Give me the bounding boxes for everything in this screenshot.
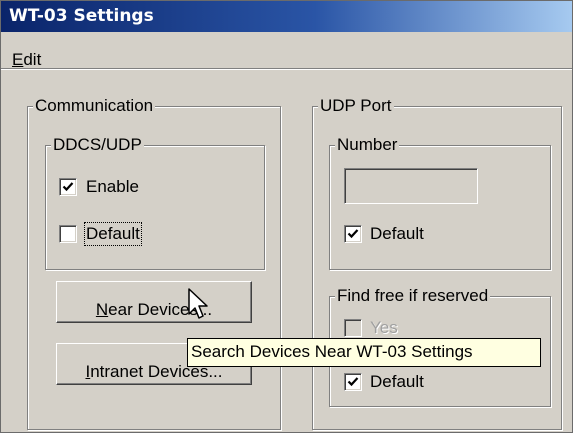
udp-port-legend: UDP Port bbox=[318, 96, 394, 116]
near-devices-button[interactable]: Near Devices... bbox=[56, 281, 252, 323]
tooltip: Search Devices Near WT-03 Settings bbox=[187, 338, 541, 367]
menu-bar: Edit bbox=[1, 32, 572, 70]
find-free-default-label[interactable]: Default bbox=[370, 372, 424, 392]
enable-checkbox[interactable] bbox=[59, 178, 77, 196]
find-free-legend: Find free if reserved bbox=[335, 286, 491, 306]
settings-window: WT-03 Settings Edit Communication DDCS/U… bbox=[0, 0, 573, 433]
near-devices-accelerator: N bbox=[95, 300, 109, 319]
menu-edit-label: dit bbox=[23, 50, 42, 69]
yes-checkbox[interactable] bbox=[344, 319, 362, 337]
title-bar[interactable]: WT-03 Settings bbox=[1, 1, 572, 32]
window-title: WT-03 Settings bbox=[9, 6, 154, 26]
default-checkbox[interactable] bbox=[59, 225, 77, 243]
ddcs-udp-legend: DDCS/UDP bbox=[51, 135, 144, 155]
default-label[interactable]: Default bbox=[84, 222, 142, 246]
ddcs-udp-group: DDCS/UDP Enable Default bbox=[45, 135, 265, 270]
number-default-checkbox[interactable] bbox=[344, 225, 362, 243]
find-free-default-checkbox[interactable] bbox=[344, 373, 362, 391]
menu-edit[interactable]: Edit bbox=[12, 50, 41, 70]
check-icon bbox=[347, 377, 359, 387]
check-icon bbox=[62, 182, 74, 192]
arrow-cursor-icon bbox=[188, 288, 208, 319]
check-icon bbox=[347, 229, 359, 239]
communication-legend: Communication bbox=[33, 96, 156, 116]
number-legend: Number bbox=[335, 135, 400, 155]
communication-group: Communication DDCS/UDP Enable Default Ne… bbox=[27, 96, 281, 430]
udp-port-group: UDP Port Number Default Find free if res… bbox=[312, 96, 562, 430]
menu-separator bbox=[1, 68, 572, 70]
number-default-label[interactable]: Default bbox=[370, 224, 424, 244]
number-group: Number Default bbox=[329, 135, 551, 270]
enable-label[interactable]: Enable bbox=[86, 177, 139, 197]
port-number-field[interactable] bbox=[344, 168, 478, 204]
yes-label[interactable]: Yes bbox=[370, 318, 398, 338]
menu-edit-accelerator: E bbox=[12, 50, 24, 69]
